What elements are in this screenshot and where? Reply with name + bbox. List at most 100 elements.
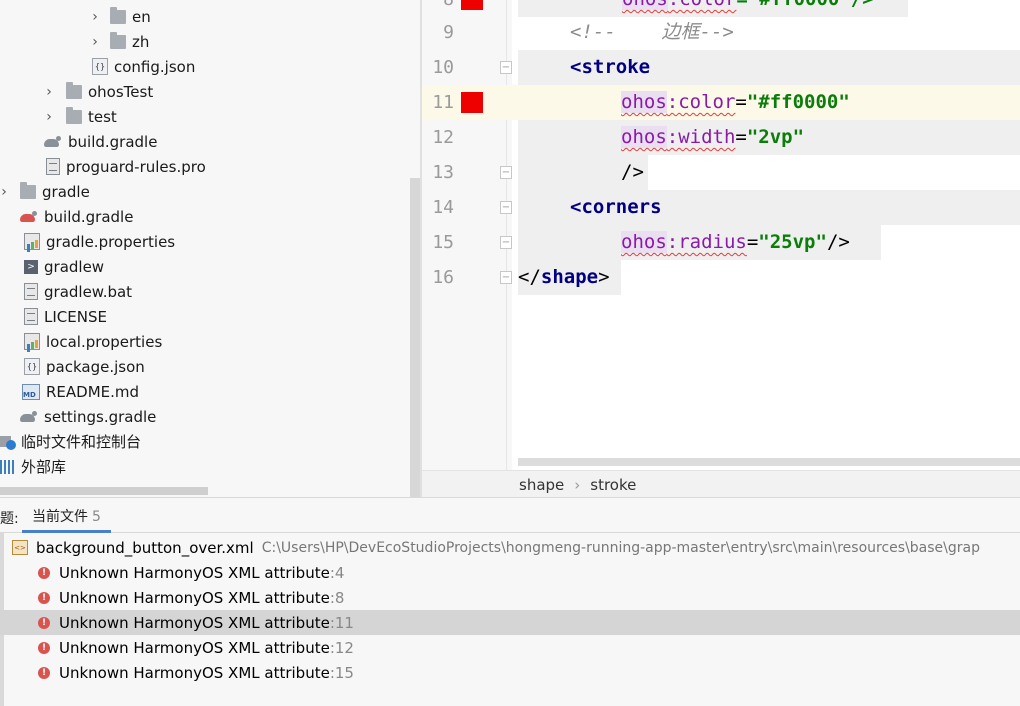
gradle-icon [20, 210, 38, 223]
tree-item-build-gradle[interactable]: build.gradle [44, 129, 157, 154]
chevron-right-icon[interactable]: › [88, 34, 102, 50]
folder-icon [110, 6, 126, 24]
code-line[interactable]: 13 − /> [422, 155, 1020, 190]
tree-vertical-scrollbar[interactable] [410, 178, 420, 497]
tree-item-readme[interactable]: MD README.md [22, 379, 139, 404]
problems-tabs: 题: 当前文件 5 [0, 498, 1020, 533]
line-number: 16 [432, 267, 454, 288]
json-file-icon: {} [24, 358, 40, 375]
error-icon: ! [38, 666, 50, 679]
problem-item[interactable]: ! Unknown HarmonyOS XML attribute :15 [0, 660, 1020, 685]
code-line[interactable]: 16 − </shape> [422, 260, 1020, 295]
breadcrumb-item-shape[interactable]: shape [519, 476, 564, 494]
external-libraries-icon [0, 459, 16, 474]
code-editor[interactable]: 8 ohos:color="#ff0000"/> 9 <!-- 边框--> 10… [422, 0, 1020, 498]
problem-item-selected[interactable]: ! Unknown HarmonyOS XML attribute :11 [0, 610, 1020, 635]
problem-message: Unknown HarmonyOS XML attribute [59, 663, 330, 682]
open-token: </ [518, 266, 541, 288]
value-token: "2vp" [746, 126, 805, 148]
code-line[interactable]: 12 ohos:width="2vp" [422, 120, 1020, 155]
terminal-file-icon: > [24, 259, 38, 274]
editor-horizontal-scrollbar[interactable] [518, 458, 1020, 466]
problem-line: :15 [329, 663, 354, 682]
tree-item-config-json[interactable]: {} config.json [92, 54, 195, 79]
tree-item-gradle-properties[interactable]: gradle.properties [24, 229, 175, 254]
json-file-icon: {} [92, 58, 108, 75]
scratches-icon [0, 434, 18, 450]
tree-item-license[interactable]: LICENSE [24, 304, 107, 329]
error-icon: ! [38, 616, 50, 629]
text-file-icon [46, 158, 60, 175]
line-number: 10 [432, 57, 454, 78]
close-token: /> [826, 231, 850, 253]
code-line-current[interactable]: 11 ohos:color="#ff0000" [422, 85, 1020, 120]
error-icon: ! [38, 591, 50, 604]
tree-item-label: zh [132, 32, 150, 51]
fold-toggle-icon[interactable]: − [500, 271, 512, 284]
problem-item[interactable]: ! Unknown HarmonyOS XML attribute :8 [0, 585, 1020, 610]
tree-item-gradlew-bat[interactable]: gradlew.bat [24, 279, 132, 304]
text-file-icon [24, 283, 38, 300]
tab-current-file[interactable]: 当前文件 5 [22, 498, 111, 533]
code-line[interactable]: 14 − <corners [422, 190, 1020, 225]
tree-item-label: README.md [46, 382, 140, 401]
problem-message: Unknown HarmonyOS XML attribute [59, 613, 330, 632]
problem-file-path: C:\Users\HP\DevEcoStudioProjects\hongmen… [261, 539, 980, 556]
tree-horizontal-scrollbar[interactable] [0, 487, 208, 495]
problem-message: Unknown HarmonyOS XML attribute [59, 563, 330, 582]
tree-item-label: gradlew [44, 257, 105, 276]
code-line[interactable]: 10 − <stroke [422, 50, 1020, 85]
problem-line: :12 [329, 638, 354, 657]
problem-line: :11 [329, 613, 354, 632]
line-number: 14 [432, 197, 454, 218]
tree-item-label: package.json [46, 357, 145, 376]
breakpoint-icon[interactable] [461, 92, 483, 113]
attribute-token: :color [668, 0, 737, 10]
fold-toggle-icon[interactable]: − [500, 236, 512, 249]
code-text: ohos:color="#ff0000" [621, 85, 850, 120]
fold-toggle-icon[interactable]: − [500, 61, 512, 74]
fold-toggle-icon[interactable]: − [500, 166, 512, 179]
tree-item-scratches[interactable]: 临时文件和控制台 [0, 429, 141, 454]
tree-item-ohostest[interactable]: › ohosTest [42, 79, 153, 104]
value-token: "#ff0000" [746, 91, 850, 113]
tree-item-test[interactable]: › test [42, 104, 117, 129]
breadcrumb-item-stroke[interactable]: stroke [590, 476, 636, 494]
tab-label: 当前文件 [32, 509, 88, 525]
problem-item[interactable]: ! Unknown HarmonyOS XML attribute :4 [0, 560, 1020, 585]
tree-item-label: gradle [42, 182, 90, 201]
attribute-token: :radius [666, 231, 747, 253]
properties-file-icon [24, 233, 40, 250]
problem-file-row[interactable]: <> background_button_over.xml C:\Users\H… [0, 535, 1020, 560]
problem-item[interactable]: ! Unknown HarmonyOS XML attribute :12 [0, 635, 1020, 660]
tree-item-gradle[interactable]: › gradle [0, 179, 90, 204]
namespace-token: ohos [621, 91, 667, 113]
chevron-right-icon[interactable]: › [0, 184, 8, 200]
tree-item-proguard-rules[interactable]: proguard-rules.pro [46, 154, 206, 179]
code-line[interactable]: 15 − ohos:radius="25vp"/> [422, 225, 1020, 260]
tree-item-package-json[interactable]: {} package.json [24, 354, 145, 379]
breakpoint-icon[interactable] [461, 0, 483, 10]
tree-item-label: build.gradle [44, 207, 134, 226]
tree-item-label: build.gradle [68, 132, 158, 151]
tree-item-settings-gradle[interactable]: settings.gradle [20, 404, 156, 429]
tree-item-external-libraries[interactable]: 外部库 [0, 454, 66, 479]
code-text: <stroke [518, 50, 1020, 85]
tree-item-local-properties[interactable]: local.properties [24, 329, 162, 354]
tree-item-root-build-gradle[interactable]: build.gradle [20, 204, 133, 229]
chevron-right-icon[interactable]: › [42, 84, 56, 100]
line-number: 12 [432, 127, 454, 148]
tree-item-en[interactable]: › en [88, 4, 151, 29]
tree-item-gradlew[interactable]: > gradlew [24, 254, 104, 279]
tree-item-label: proguard-rules.pro [66, 157, 206, 176]
comment-token: <!-- 边框--> [570, 21, 734, 43]
tree-item-zh[interactable]: › zh [88, 29, 149, 54]
folder-icon [66, 106, 82, 124]
tag-token: shape [540, 266, 599, 288]
chevron-right-icon[interactable]: › [42, 109, 56, 125]
fold-toggle-icon[interactable]: − [500, 201, 512, 214]
code-line[interactable]: 9 <!-- 边框--> [422, 15, 1020, 50]
tree-item-label: config.json [114, 57, 196, 76]
line-number: 11 [432, 92, 454, 113]
chevron-right-icon[interactable]: › [88, 9, 102, 25]
